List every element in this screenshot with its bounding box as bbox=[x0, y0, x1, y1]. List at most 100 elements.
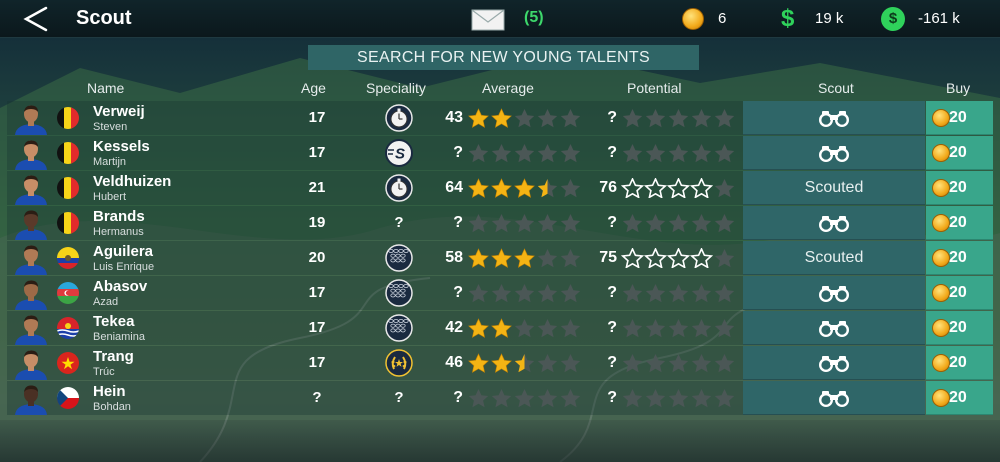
average-star-icon bbox=[537, 354, 558, 373]
player-row[interactable]: Brands Hermanus 19 ? ? ? 20 bbox=[7, 206, 993, 241]
player-last-name[interactable]: Hein bbox=[93, 383, 126, 400]
average-star-icon bbox=[537, 319, 558, 338]
potential-star-icon bbox=[622, 319, 643, 338]
potential-star-icon bbox=[645, 354, 666, 373]
potential-value: ? bbox=[607, 144, 617, 161]
buy-button[interactable]: 20 bbox=[926, 171, 993, 205]
belgium-flag-icon bbox=[57, 142, 79, 164]
average-value: 64 bbox=[445, 179, 463, 196]
potential-star-icon bbox=[644, 178, 667, 198]
scout-button[interactable]: Scouted bbox=[743, 171, 925, 205]
player-first-name: Beniamina bbox=[93, 331, 145, 343]
average-star-icon bbox=[560, 109, 581, 128]
average-star-icon bbox=[468, 318, 489, 338]
scout-button[interactable] bbox=[743, 346, 925, 380]
player-avatar bbox=[12, 172, 50, 205]
player-age: 17 bbox=[308, 284, 326, 301]
speciality-value: ? bbox=[394, 389, 404, 406]
player-first-name: Bohdan bbox=[93, 401, 131, 413]
buy-price: 20 bbox=[949, 319, 967, 336]
scout-button[interactable] bbox=[743, 101, 925, 135]
binoculars-icon bbox=[819, 286, 849, 302]
player-row[interactable]: Tekea Beniamina 17 42 ? 20 bbox=[7, 311, 993, 346]
binoculars-icon bbox=[819, 321, 849, 337]
potential-stars bbox=[621, 143, 736, 168]
potential-star-icon bbox=[667, 178, 690, 198]
belgium-flag-icon bbox=[57, 212, 79, 234]
potential-star-icon bbox=[690, 248, 713, 268]
scout-button[interactable] bbox=[743, 276, 925, 310]
player-last-name[interactable]: Kessels bbox=[93, 138, 150, 155]
binoculars-icon bbox=[819, 356, 849, 372]
buy-button[interactable]: 20 bbox=[926, 206, 993, 240]
player-row[interactable]: Veldhuizen Hubert 21 64 76 Scouted 20 bbox=[7, 171, 993, 206]
scout-button[interactable] bbox=[743, 311, 925, 345]
average-value: ? bbox=[453, 284, 463, 301]
potential-star-icon bbox=[714, 214, 735, 233]
player-row[interactable]: Kessels Martijn 17 S ? ? 20 bbox=[7, 136, 993, 171]
player-last-name[interactable]: Brands bbox=[93, 208, 145, 225]
player-row[interactable]: Trang Trúc 17 46 ? 20 bbox=[7, 346, 993, 381]
column-header-speciality: Speciality bbox=[366, 80, 426, 96]
player-row[interactable]: Hein Bohdan ? ? ? ? 20 bbox=[7, 381, 993, 416]
buy-button[interactable]: 20 bbox=[926, 101, 993, 135]
coin-icon bbox=[932, 249, 950, 267]
average-star-icon bbox=[537, 249, 558, 268]
potential-stars bbox=[621, 283, 736, 308]
potential-stars bbox=[621, 108, 736, 133]
player-age: 17 bbox=[308, 109, 326, 126]
player-last-name[interactable]: Trang bbox=[93, 348, 134, 365]
buy-button[interactable]: 20 bbox=[926, 241, 993, 275]
player-last-name[interactable]: Verweij bbox=[93, 103, 145, 120]
player-row[interactable]: Verweij Steven 17 43 ? 20 bbox=[7, 101, 993, 136]
potential-star-icon bbox=[691, 284, 712, 303]
player-row[interactable]: Abasov Azad 17 ? ? 20 bbox=[7, 276, 993, 311]
scout-button[interactable]: Scouted bbox=[743, 241, 925, 275]
average-star-icon bbox=[514, 248, 535, 268]
potential-star-icon bbox=[644, 248, 667, 268]
average-star-icon bbox=[468, 389, 489, 408]
average-star-icon bbox=[491, 318, 512, 338]
buy-button[interactable]: 20 bbox=[926, 276, 993, 310]
buy-button[interactable]: 20 bbox=[926, 346, 993, 380]
czech-flag-icon bbox=[57, 387, 79, 409]
coin-icon bbox=[932, 109, 950, 127]
buy-button[interactable]: 20 bbox=[926, 311, 993, 345]
scout-button[interactable] bbox=[743, 206, 925, 240]
average-star-icon bbox=[537, 389, 558, 408]
average-stars bbox=[467, 283, 582, 308]
ecuador-flag-icon bbox=[57, 247, 79, 269]
potential-star-icon bbox=[691, 214, 712, 233]
buy-price: 20 bbox=[949, 389, 967, 406]
scout-button[interactable] bbox=[743, 381, 925, 415]
average-star-icon bbox=[491, 353, 512, 373]
player-first-name: Hubert bbox=[93, 191, 127, 203]
cash-balance: -161 k bbox=[918, 10, 960, 27]
mail-count[interactable]: (5) bbox=[524, 9, 544, 27]
player-last-name[interactable]: Tekea bbox=[93, 313, 134, 330]
coin-icon bbox=[932, 354, 950, 372]
column-header-buy: Buy bbox=[946, 80, 971, 96]
player-last-name[interactable]: Abasov bbox=[93, 278, 147, 295]
average-star-icon bbox=[491, 108, 512, 128]
back-arrow-icon[interactable] bbox=[20, 6, 50, 32]
player-row[interactable]: Aguilera Luis Enrique 20 58 75 Scouted 2… bbox=[7, 241, 993, 276]
search-young-talents-button[interactable]: SEARCH FOR NEW YOUNG TALENTS bbox=[308, 45, 699, 70]
potential-stars bbox=[621, 248, 736, 273]
potential-star-icon bbox=[690, 178, 713, 198]
player-last-name[interactable]: Veldhuizen bbox=[93, 173, 171, 190]
average-star-icon bbox=[537, 144, 558, 163]
column-header-potential: Potential bbox=[627, 80, 682, 96]
potential-star-icon bbox=[622, 144, 643, 163]
scout-button[interactable] bbox=[743, 136, 925, 170]
mail-icon[interactable] bbox=[471, 9, 505, 31]
potential-stars bbox=[621, 388, 736, 413]
speciality-stopwatch-icon bbox=[385, 104, 413, 132]
average-star-icon bbox=[560, 179, 581, 198]
player-first-name: Azad bbox=[93, 296, 119, 308]
player-last-name[interactable]: Aguilera bbox=[93, 243, 153, 260]
average-star-icon bbox=[537, 179, 558, 198]
buy-button[interactable]: 20 bbox=[926, 381, 993, 415]
buy-button[interactable]: 20 bbox=[926, 136, 993, 170]
potential-star-icon bbox=[691, 144, 712, 163]
